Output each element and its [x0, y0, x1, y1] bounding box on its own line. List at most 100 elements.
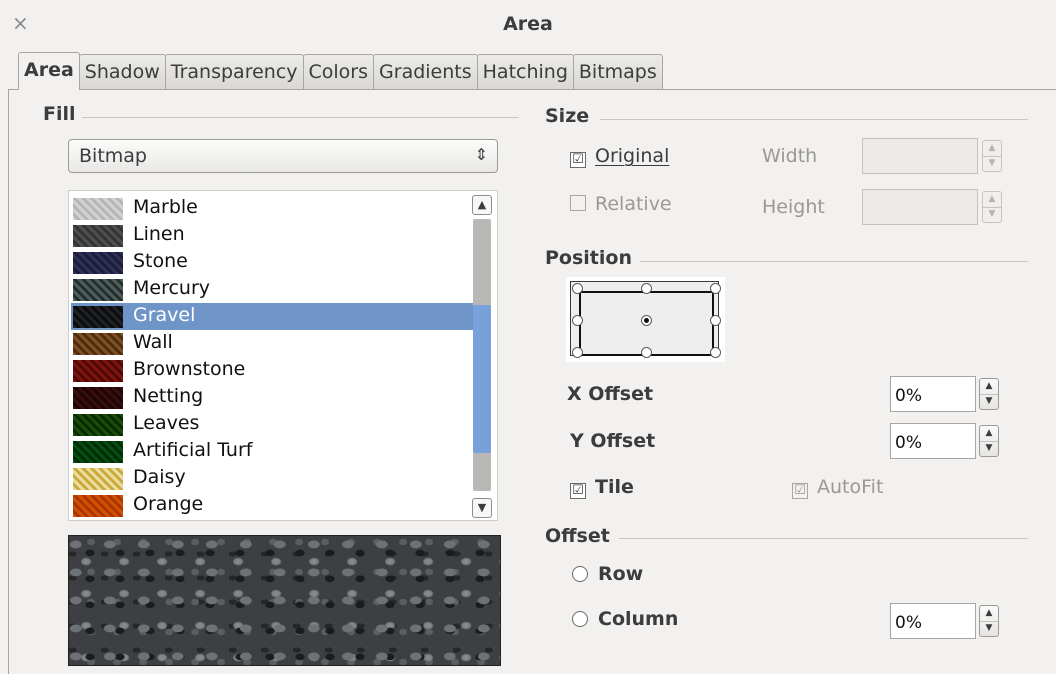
tab-colors[interactable]: Colors: [302, 54, 375, 89]
column-label: Column: [598, 608, 679, 630]
bitmap-list-item[interactable]: Marble: [71, 195, 473, 222]
checkmark-icon: ☑: [570, 483, 586, 499]
bitmap-list-item[interactable]: Brownstone: [71, 357, 473, 384]
spin-up-icon[interactable]: ▲: [980, 606, 998, 622]
position-point-bottom-left[interactable]: [572, 347, 583, 358]
checkmark-icon: ☑: [792, 483, 808, 499]
tab-bitmaps[interactable]: Bitmaps: [572, 54, 663, 89]
bitmap-list-item[interactable]: Artificial Turf: [71, 438, 473, 465]
y-offset-spin-buttons[interactable]: ▲ ▼: [979, 425, 999, 457]
row-label: Row: [598, 563, 644, 585]
bitmap-list-scrollbar[interactable]: ▲ ▼: [470, 195, 494, 518]
empty-checkbox-icon: [570, 195, 586, 211]
spin-up-icon[interactable]: ▲: [983, 141, 1001, 157]
spin-up-icon[interactable]: ▲: [983, 192, 1001, 208]
y-offset-input[interactable]: 0%: [890, 423, 976, 459]
position-grid[interactable]: [566, 277, 725, 362]
position-group-label: Position: [545, 247, 632, 269]
width-label: Width: [762, 145, 818, 167]
bitmap-swatch: [73, 441, 123, 463]
position-point-center[interactable]: [641, 315, 652, 326]
position-group-divider: [640, 261, 1028, 262]
bitmap-list-item-label: Daisy: [133, 466, 186, 488]
spin-down-icon[interactable]: ▼: [983, 207, 1001, 222]
bitmap-list-item[interactable]: Orange: [71, 492, 473, 519]
bitmap-list[interactable]: Marble Linen Stone Mercury Gravel Wall Brownst…: [68, 190, 498, 521]
tab-hatching[interactable]: Hatching: [476, 54, 574, 89]
bitmap-swatch: [73, 306, 123, 328]
bitmap-list-item-label: Marble: [133, 196, 198, 218]
bitmap-list-item[interactable]: Wall: [71, 330, 473, 357]
position-point-bottom-right[interactable]: [710, 347, 721, 358]
bitmap-swatch: [73, 387, 123, 409]
bitmap-swatch: [73, 225, 123, 247]
bitmap-list-item[interactable]: Gravel: [71, 303, 473, 330]
bitmap-list-item[interactable]: Netting: [71, 384, 473, 411]
fill-type-select[interactable]: Bitmap ⇕: [68, 139, 498, 173]
bitmap-list-item[interactable]: Leaves: [71, 411, 473, 438]
height-label: Height: [762, 196, 825, 218]
bitmap-swatch: [73, 198, 123, 220]
tab-transparency[interactable]: Transparency: [164, 54, 304, 89]
scroll-thumb[interactable]: [473, 305, 491, 453]
spin-down-icon[interactable]: ▼: [980, 394, 998, 409]
autofit-checkbox[interactable]: ☑ AutoFit: [792, 476, 883, 499]
y-offset-label: Y Offset: [570, 430, 656, 452]
relative-checkbox[interactable]: Relative: [570, 193, 672, 215]
bitmap-list-item-label: Orange: [133, 493, 204, 515]
bitmap-list-item-label: Brownstone: [133, 358, 246, 380]
bitmap-swatch: [73, 495, 123, 517]
dialog-title: Area: [503, 13, 553, 35]
tab-shadow[interactable]: Shadow: [78, 54, 166, 89]
bitmap-list-item[interactable]: Mercury: [71, 276, 473, 303]
bitmap-swatch: [73, 468, 123, 490]
size-group-divider: [600, 119, 1028, 120]
original-label: Original: [595, 145, 670, 167]
spin-down-icon[interactable]: ▼: [983, 156, 1001, 171]
bitmap-swatch: [73, 333, 123, 355]
bitmap-list-item-label: Wall: [133, 331, 173, 353]
tab-gradients[interactable]: Gradients: [373, 54, 478, 89]
tab-area[interactable]: Area: [18, 52, 80, 90]
tile-label: Tile: [595, 476, 634, 498]
bitmap-swatch: [73, 414, 123, 436]
bitmap-list-item-label: Linen: [133, 223, 185, 245]
position-point-top-center[interactable]: [641, 283, 652, 294]
scroll-down-icon[interactable]: ▼: [472, 498, 492, 518]
x-offset-spin-buttons[interactable]: ▲ ▼: [979, 378, 999, 410]
bitmap-list-item[interactable]: Linen: [71, 222, 473, 249]
checkmark-icon: ☑: [570, 152, 586, 168]
position-point-bottom-center[interactable]: [641, 347, 652, 358]
position-point-middle-left[interactable]: [572, 315, 583, 326]
bitmap-list-item[interactable]: Stone: [71, 249, 473, 276]
height-spin-buttons[interactable]: ▲ ▼: [982, 191, 1002, 223]
height-input[interactable]: [862, 189, 978, 225]
fill-group-label: Fill: [43, 103, 76, 125]
bitmap-swatch: [73, 252, 123, 274]
width-input[interactable]: [862, 138, 978, 174]
width-spin-buttons[interactable]: ▲ ▼: [982, 140, 1002, 172]
bitmap-list-item-label: Gravel: [133, 304, 196, 326]
scroll-up-icon[interactable]: ▲: [472, 195, 492, 215]
spin-up-icon[interactable]: ▲: [980, 426, 998, 442]
spin-up-icon[interactable]: ▲: [980, 379, 998, 395]
relative-label: Relative: [595, 193, 672, 215]
spin-down-icon[interactable]: ▼: [980, 441, 998, 456]
offset-spin-buttons[interactable]: ▲ ▼: [979, 605, 999, 637]
bitmap-swatch: [73, 279, 123, 301]
tile-checkbox[interactable]: ☑ Tile: [570, 476, 634, 499]
radio-icon: [572, 566, 588, 582]
position-point-top-right[interactable]: [710, 283, 721, 294]
position-point-top-left[interactable]: [572, 283, 583, 294]
offset-input[interactable]: 0%: [890, 603, 976, 639]
fill-group-divider: [82, 117, 519, 118]
row-radio[interactable]: Row: [572, 563, 643, 585]
x-offset-label: X Offset: [567, 383, 654, 405]
original-checkbox[interactable]: ☑ Original: [570, 145, 669, 168]
bitmap-list-item[interactable]: Daisy: [71, 465, 473, 492]
title-bar: × Area: [0, 0, 1056, 48]
column-radio[interactable]: Column: [572, 608, 678, 630]
position-point-middle-right[interactable]: [710, 315, 721, 326]
x-offset-input[interactable]: 0%: [890, 376, 976, 412]
spin-down-icon[interactable]: ▼: [980, 621, 998, 636]
